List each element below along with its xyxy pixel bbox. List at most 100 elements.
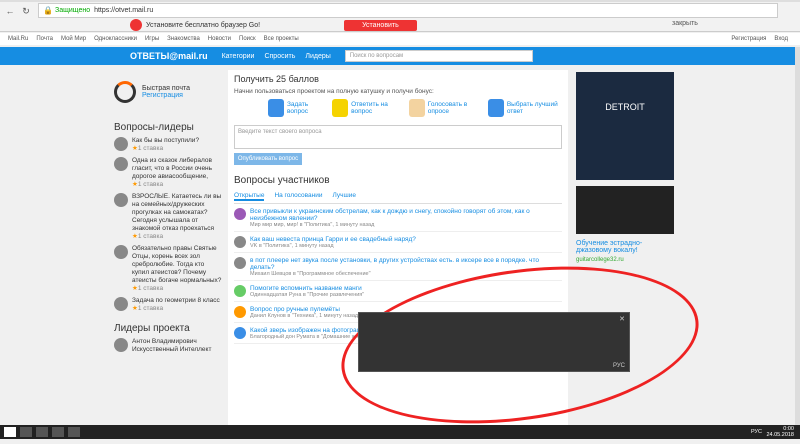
step-item[interactable]: Голосовать в опросе: [408, 99, 478, 117]
list-item[interactable]: Как ваш невеста принца Гарри и ее свадеб…: [234, 236, 562, 253]
leader-text[interactable]: Задача по геометрии 8 класс: [132, 297, 220, 305]
gauge-icon: [114, 81, 136, 103]
tab-strip: [0, 0, 800, 2]
browser-chrome: ← ↻ 🔒 Защищено https://otvet.mail.ru Уст…: [0, 0, 800, 32]
question-link[interactable]: Вопрос про ручные пулемёты: [250, 306, 358, 313]
menu-item[interactable]: Мой Мир: [61, 36, 86, 42]
mail-title: Быстрая почта: [142, 85, 191, 92]
go-logo-icon: [130, 19, 142, 31]
step-label: Выбрать лучший ответ: [506, 101, 558, 115]
menu-item[interactable]: Новости: [208, 36, 231, 42]
ask-link[interactable]: Спросить: [264, 53, 295, 60]
taskbar-app-icon[interactable]: [20, 427, 32, 437]
avatar: [114, 297, 128, 311]
taskbar-lang[interactable]: РУС: [751, 429, 762, 435]
promo-subtitle: Начни пользоваться проектом на полную ка…: [234, 88, 434, 95]
avatar: [234, 208, 246, 220]
list-item[interactable]: ВЗРОСЛЫЕ. Катаетесь ли вы на семейных/др…: [114, 193, 222, 241]
leader-role: Искусственный Интеллект: [132, 346, 212, 353]
avatar: [114, 157, 128, 171]
taskbar-app-icon[interactable]: [36, 427, 48, 437]
ad-banner[interactable]: [576, 186, 674, 234]
leader-text[interactable]: Обязательно правы Святые Отцы, корень вс…: [132, 245, 222, 285]
register-link[interactable]: Регистрация: [731, 36, 766, 42]
login-link[interactable]: Вход: [774, 36, 788, 42]
question-meta: Мир мир мир, мир! в "Политика", 1 минуту…: [250, 222, 375, 228]
avatar: [114, 137, 128, 151]
leader-text[interactable]: ВЗРОСЛЫЕ. Катаетесь ли вы на семейных/др…: [132, 193, 222, 233]
menu-item[interactable]: Все проекты: [264, 36, 299, 42]
step-item[interactable]: Выбрать лучший ответ: [487, 99, 562, 117]
stars-badge: 1 ставка: [132, 145, 199, 153]
ad-text: Установите бесплатно браузер Go!: [146, 21, 261, 29]
menu-item[interactable]: Поиск: [239, 36, 256, 42]
leader-text[interactable]: Одна из сказок либералов гласит, что в Р…: [132, 157, 222, 181]
reload-icon[interactable]: ↻: [20, 5, 32, 17]
leader-text[interactable]: Как бы вы поступили?: [132, 137, 199, 145]
menu-item[interactable]: Почта: [36, 36, 53, 42]
ad-headline[interactable]: Обучение эстрадно-джазовому вокалу!: [576, 240, 674, 254]
list-item[interactable]: Задача по геометрии 8 класс1 ставка: [114, 297, 222, 313]
address-row: ← ↻ 🔒 Защищено https://otvet.mail.ru: [0, 3, 800, 19]
avatar: [234, 327, 246, 339]
publish-button[interactable]: Опубликовать вопрос: [234, 153, 302, 165]
list-item[interactable]: Одна из сказок либералов гласит, что в Р…: [114, 157, 222, 189]
leaders-link[interactable]: Лидеры: [305, 53, 330, 60]
list-item[interactable]: Все привыкли к украинским обстрелам, как…: [234, 208, 562, 232]
site-logo[interactable]: ОТВЕТЫ@mail.ru: [130, 51, 208, 61]
leader-name[interactable]: Антон Владимирович: [132, 338, 211, 346]
close-icon[interactable]: ✕: [619, 315, 625, 323]
quick-mail: Быстрая почта Регистрация: [114, 72, 222, 112]
project-leaders-title: Лидеры проекта: [114, 323, 190, 334]
step-label: Задать вопрос: [286, 101, 309, 115]
avatar: [234, 285, 246, 297]
back-icon[interactable]: ←: [4, 5, 16, 17]
scrollbar[interactable]: [795, 47, 800, 425]
promo-steps: Задать вопрос Ответить на вопрос Голосов…: [268, 99, 562, 117]
menu-item[interactable]: Игры: [145, 36, 159, 42]
leaders-title: Вопросы-лидеры: [114, 122, 194, 133]
install-button[interactable]: Установить: [344, 19, 417, 31]
list-item[interactable]: Обязательно правы Святые Отцы, корень вс…: [114, 245, 222, 293]
step-label: Ответить на вопрос: [351, 101, 388, 115]
list-item[interactable]: Как бы вы поступили?1 ставка: [114, 137, 222, 153]
step-item[interactable]: Задать вопрос: [268, 99, 322, 117]
site-header: ОТВЕТЫ@mail.ru Категории Спросить Лидеры…: [0, 47, 800, 65]
ad-link[interactable]: guitarcollege32.ru: [576, 257, 674, 263]
tab-open[interactable]: Открытые: [234, 192, 265, 201]
start-icon[interactable]: [4, 427, 16, 437]
menu-item[interactable]: Mail.Ru: [8, 36, 28, 42]
clock[interactable]: 0:00 24.05.2018: [766, 426, 794, 438]
right-column: DETROIT Обучение эстрадно-джазовому вока…: [576, 72, 674, 263]
search-input[interactable]: Поиск по вопросам: [344, 50, 533, 62]
promo-title: Получить 25 баллов: [234, 74, 319, 84]
question-link[interactable]: Все привыкли к украинским обстрелам, как…: [250, 208, 562, 222]
taskbar-app-icon[interactable]: [52, 427, 64, 437]
chat-icon: [268, 99, 284, 117]
tab-best[interactable]: Лучшие: [333, 192, 356, 201]
question-link[interactable]: Как ваш невеста принца Гарри и ее свадеб…: [250, 236, 416, 243]
tab-voting[interactable]: На голосовании: [274, 192, 322, 201]
question-tabs: Открытые На голосовании Лучшие: [234, 192, 562, 204]
url-text[interactable]: https://otvet.mail.ru: [94, 7, 153, 14]
address-bar[interactable]: 🔒 Защищено https://otvet.mail.ru: [38, 3, 778, 18]
taskbar-app-icon[interactable]: [68, 427, 80, 437]
step-item[interactable]: Ответить на вопрос: [332, 99, 399, 117]
question-link[interactable]: Помогите вспомнить название манги: [250, 285, 364, 292]
banner-title: DETROIT: [605, 102, 645, 112]
menu-item[interactable]: Одноклассники: [94, 36, 137, 42]
categories-link[interactable]: Категории: [222, 53, 255, 60]
game-banner[interactable]: DETROIT: [576, 72, 674, 180]
check-icon: [487, 99, 504, 117]
date: 24.05.2018: [766, 432, 794, 438]
avatar: [234, 236, 246, 248]
question-textarea[interactable]: Введите текст своего вопроса: [234, 125, 562, 149]
avatar: [114, 245, 128, 259]
keyboard-lang[interactable]: РУС: [613, 363, 625, 369]
mail-register-link[interactable]: Регистрация: [142, 92, 190, 99]
list-item[interactable]: Антон Владимирович Искусственный Интеллек…: [114, 338, 222, 354]
floating-input-panel[interactable]: ✕ РУС: [358, 312, 630, 372]
portal-menu: Mail.Ru Почта Мой Мир Одноклассники Игры…: [0, 33, 800, 45]
ad-close-button[interactable]: закрыть: [672, 20, 698, 27]
menu-item[interactable]: Знакомства: [167, 36, 200, 42]
